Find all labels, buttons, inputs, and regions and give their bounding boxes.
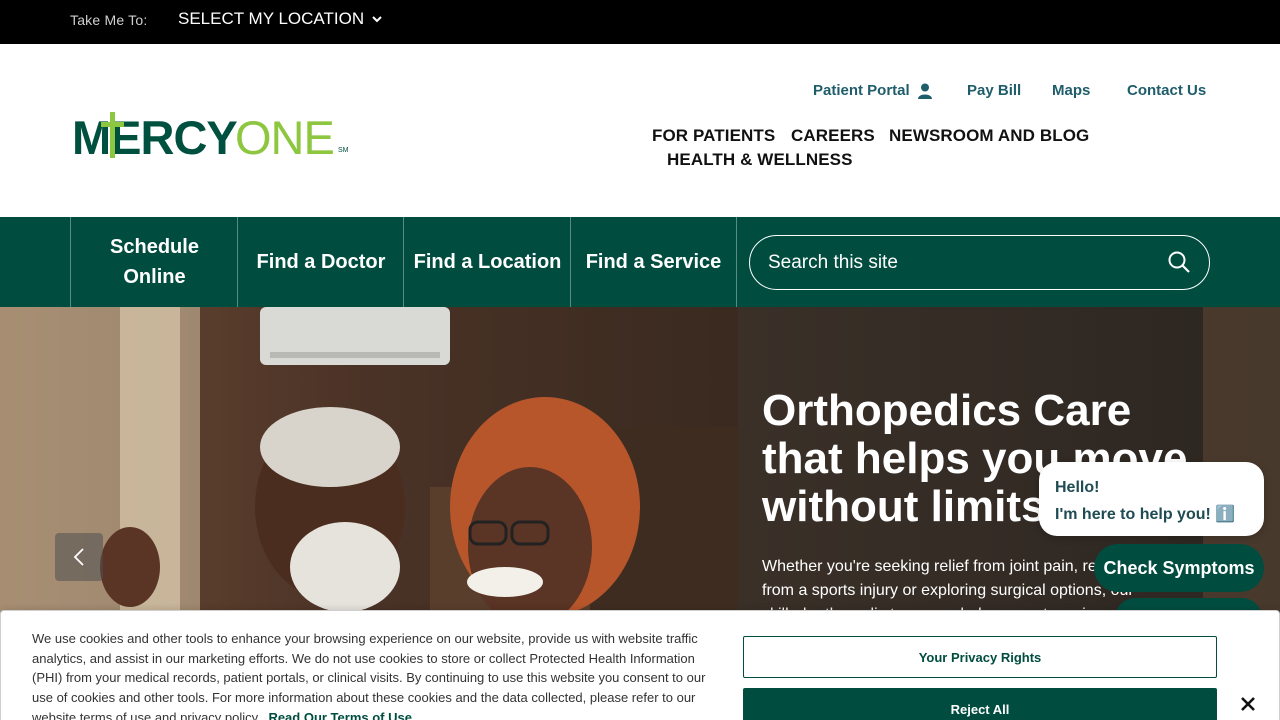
cookie-banner: We use cookies and other tools to enhanc… [0,610,1280,720]
search-input[interactable] [768,248,1148,278]
check-symptoms-button[interactable]: Check Symptoms [1094,544,1264,592]
schedule-online-line1: Schedule [110,236,199,258]
carousel-prev-button[interactable] [55,533,103,581]
chat-greeting: Hello! [1055,479,1100,496]
nav-for-patients[interactable]: FOR PATIENTS [652,126,775,146]
cookie-text-container: We use cookies and other tools to enhanc… [32,629,712,720]
contact-us-label: Contact Us [1127,82,1207,99]
logo-cross-horizontal [101,122,124,127]
pay-bill-link[interactable]: Pay Bill [967,82,1021,99]
find-doctor-button[interactable]: Find a Doctor [237,217,404,307]
nav-health-wellness[interactable]: HEALTH & WELLNESS [667,150,853,170]
logo-text-one: ONE [235,112,334,162]
take-me-to-label: Take Me To: [70,12,148,28]
pay-bill-label: Pay Bill [967,82,1022,99]
user-icon [917,83,932,99]
patient-portal-label: Patient Portal [813,82,910,99]
chevron-down-icon [372,15,382,22]
search-icon[interactable] [1167,250,1191,274]
privacy-rights-button[interactable]: Your Privacy Rights [743,636,1217,678]
nav-careers[interactable]: CAREERS [791,126,875,146]
patient-portal-link[interactable]: Patient Portal [813,82,932,99]
schedule-online-button[interactable]: Schedule Online [70,217,238,307]
schedule-online-label: Schedule Online [110,232,199,292]
reject-all-button[interactable]: Reject All [743,688,1217,720]
site-header: MERCY ONE SM Patient Portal Pay Bill Map… [0,44,1280,217]
maps-link[interactable]: Maps [1052,82,1090,99]
terms-of-use-link[interactable]: Read Our Terms of Use [268,710,412,720]
close-icon[interactable] [1237,693,1259,715]
maps-label: Maps [1052,82,1091,99]
location-select[interactable]: SELECT MY LOCATION [178,9,382,29]
find-service-button[interactable]: Find a Service [570,217,737,307]
action-bar: Schedule Online Find a Doctor Find a Loc… [0,217,1280,307]
chat-message: I'm here to help you! ℹ️ [1055,506,1236,523]
top-bar: Take Me To: SELECT MY LOCATION [0,0,1280,44]
logo-cross-vertical [110,112,115,158]
chat-greeting-bubble[interactable]: Hello! I'm here to help you! ℹ️ [1039,462,1264,536]
chevron-left-icon [73,548,84,566]
schedule-online-line2: Online [123,266,186,288]
nav-newsroom-blog[interactable]: NEWSROOM AND BLOG [889,126,1089,146]
cookie-text: We use cookies and other tools to enhanc… [32,631,706,720]
mercyone-logo[interactable]: MERCY ONE SM [72,112,352,162]
find-location-button[interactable]: Find a Location [403,217,571,307]
logo-trademark: SM [338,147,349,154]
logo-text-mercy: MERCY [72,112,237,162]
site-search [749,235,1210,290]
contact-us-link[interactable]: Contact Us [1127,82,1206,99]
location-select-label: SELECT MY LOCATION [178,9,365,28]
